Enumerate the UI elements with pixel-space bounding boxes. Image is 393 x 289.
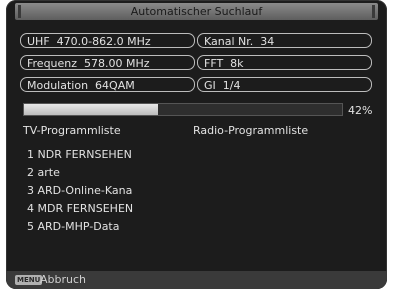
cancel-action-label[interactable]: Abbruch [40,272,86,288]
scan-progress-bar [23,103,343,116]
tv-channel-list: 1 NDR FERNSEHEN 2 arte 3 ARD-Online-Kana 4 … [27,146,133,236]
modulation-field: Modulation 64QAM [20,77,195,92]
page-title: Automatischer Suchlauf [130,5,263,18]
title-bar: Automatischer Suchlauf [15,3,378,20]
channel-number-field: Kanal Nr. 34 [197,33,372,48]
tv-channel-item: 1 NDR FERNSEHEN [27,148,132,161]
tv-osd-screen: Automatischer Suchlauf UHF 470.0-862.0 M… [6,0,387,289]
fft-field: FFT 8k [197,55,372,70]
radio-list-header: Radio-Programmliste [193,124,309,137]
footer-bar: MENU Abbruch [6,271,387,289]
tv-channel-item: 2 arte [27,166,60,179]
frequency-field: Frequenz 578.00 MHz [20,55,195,70]
menu-key-icon[interactable]: MENU [15,275,43,285]
uhf-range-field: UHF 470.0-862.0 MHz [20,33,195,48]
scan-progress-label: 42% [348,104,373,117]
tv-channel-item: 5 ARD-MHP-Data [27,220,120,233]
title-notch-right [372,5,375,18]
tv-list-header: TV-Programmliste [23,124,121,137]
tv-channel-item: 4 MDR FERNSEHEN [27,202,134,215]
guard-interval-field: GI 1/4 [197,77,372,92]
title-notch-left [18,5,21,18]
scan-progress-fill [24,104,158,115]
tv-channel-item: 3 ARD-Online-Kana [27,184,133,197]
